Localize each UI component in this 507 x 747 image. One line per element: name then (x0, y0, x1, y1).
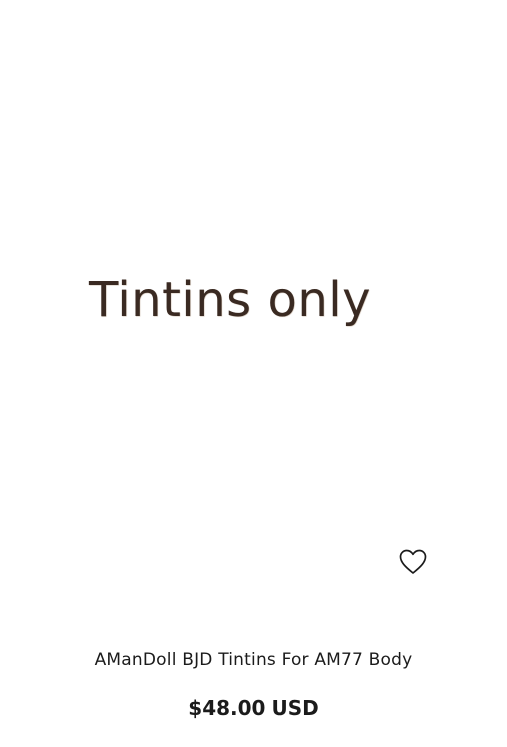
heart-outline-icon (399, 549, 427, 574)
product-card: Tintins only AManDoll BJD Tintins For AM… (0, 0, 507, 747)
product-image[interactable]: Tintins only (0, 0, 507, 620)
product-image-caption: Tintins only (89, 272, 371, 328)
price-currency: USD (271, 696, 319, 720)
price-amount: $48.00 (188, 696, 266, 720)
product-title[interactable]: AManDoll BJD Tintins For AM77 Body (0, 650, 507, 670)
wishlist-button[interactable] (398, 547, 428, 577)
product-price: $48.00 USD (0, 696, 507, 720)
